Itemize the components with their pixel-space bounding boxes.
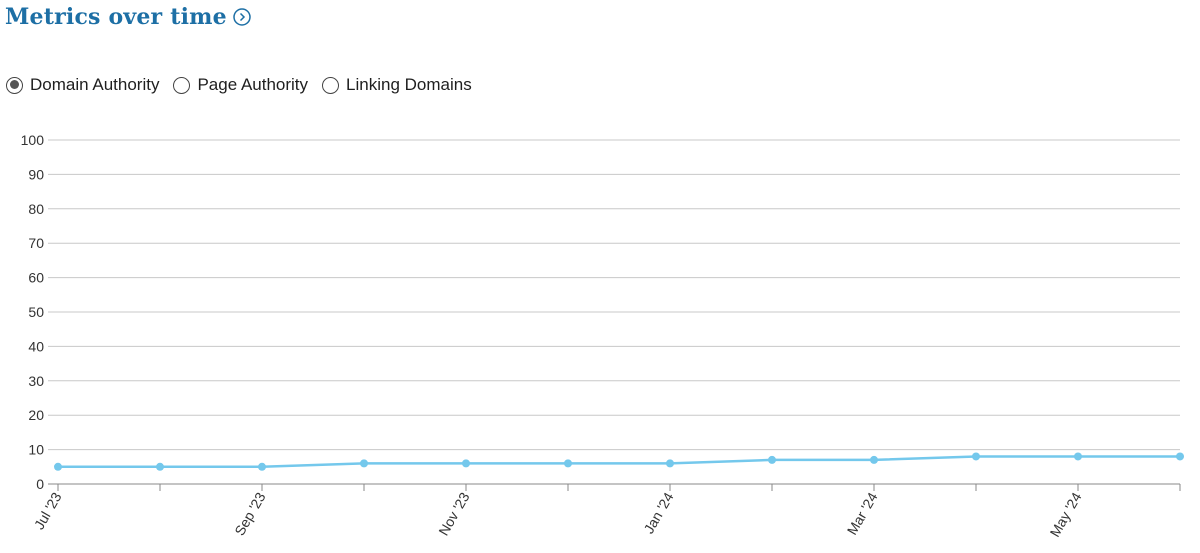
- y-tick-label: 40: [28, 338, 44, 354]
- data-point: [666, 459, 674, 468]
- data-point: [1176, 452, 1184, 461]
- x-tick-label: Jul '23: [31, 489, 65, 532]
- x-tick-label: Sep '23: [231, 489, 268, 538]
- data-point: [258, 462, 266, 471]
- x-tick-label: Mar '24: [844, 489, 881, 537]
- y-tick-label: 20: [28, 407, 44, 423]
- x-tick-label: Nov '23: [435, 489, 472, 538]
- data-point: [564, 459, 572, 468]
- data-point: [462, 459, 470, 468]
- y-tick-label: 0: [36, 476, 44, 492]
- series-line: [58, 455, 1180, 469]
- y-tick-label: 80: [28, 201, 44, 217]
- data-point: [870, 455, 878, 464]
- y-tick-label: 70: [28, 235, 44, 251]
- line-chart: 0 10 20 30 40 50 60 70 80 90 100 Jul '23 Sep '23 Nov …: [21, 132, 1184, 540]
- y-tick-label: 30: [28, 373, 44, 389]
- data-point: [972, 452, 980, 461]
- x-tick-label: Jan '24: [640, 489, 676, 536]
- data-point: [1074, 452, 1082, 461]
- y-tick-label: 60: [28, 270, 44, 286]
- y-tick-label: 90: [28, 166, 44, 182]
- y-tick-label: 10: [28, 442, 44, 458]
- data-point: [54, 462, 62, 471]
- y-tick-label: 100: [21, 132, 45, 148]
- data-point: [156, 462, 164, 471]
- x-tick-label: May '24: [1046, 489, 1084, 539]
- data-point: [360, 459, 368, 468]
- data-point: [768, 455, 776, 464]
- y-tick-label: 50: [28, 304, 44, 320]
